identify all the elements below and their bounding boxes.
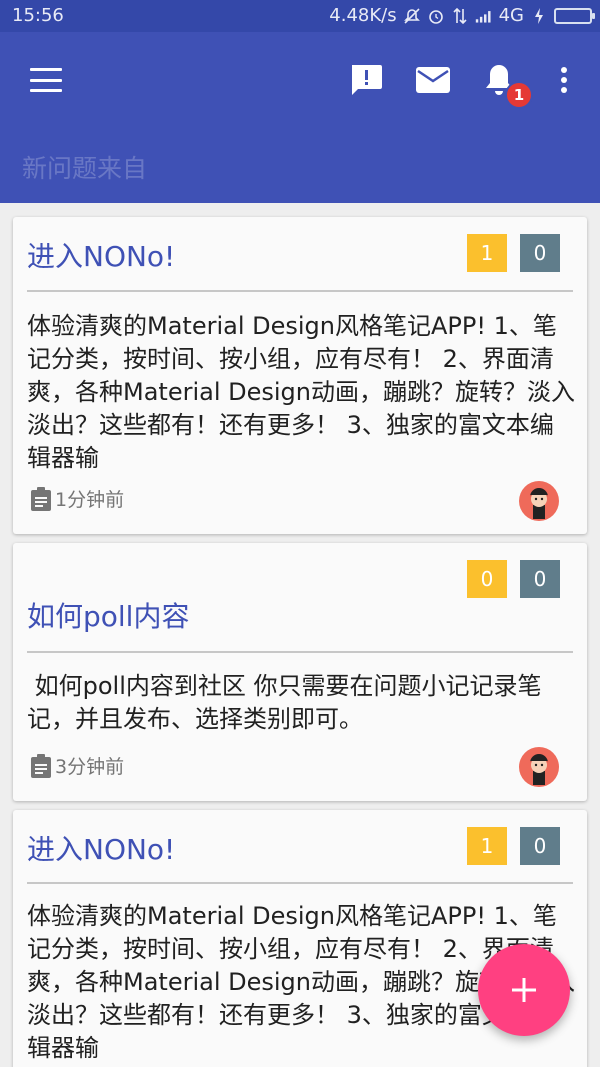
gray-count-badge: 0 (520, 560, 560, 598)
card-meta: 3分钟前 (29, 752, 124, 779)
signal-icon (475, 7, 493, 25)
notification-badge: 1 (505, 81, 533, 109)
mute-icon (403, 7, 421, 25)
clipboard-icon (31, 753, 51, 778)
menu-icon[interactable] (30, 68, 62, 92)
status-icons: 4.48K/s 4G (329, 5, 595, 26)
plus-icon (512, 978, 536, 1002)
card-time: 1分钟前 (55, 489, 125, 511)
card-divider (27, 290, 573, 292)
question-card[interactable]: 0 0 如何poll内容 如何poll内容到社区 你只需要在问题小记记录笔记，并… (13, 543, 587, 801)
status-time: 15:56 (12, 5, 64, 26)
app-bar: 1 新问题来自 (0, 32, 600, 203)
avatar[interactable] (519, 481, 559, 521)
yellow-count-badge: 1 (467, 234, 507, 272)
card-title[interactable]: 进入NONo! (27, 235, 175, 275)
network-speed: 4.48K/s (329, 5, 397, 26)
status-bar: 15:56 4.48K/s 4G (0, 0, 600, 32)
charging-icon (530, 7, 548, 25)
card-divider (27, 882, 573, 884)
battery-icon (554, 7, 595, 24)
feedback-icon[interactable] (346, 60, 386, 100)
network-type: 4G (498, 5, 524, 26)
yellow-count-badge: 0 (467, 560, 507, 598)
card-body: 如何poll内容到社区 你只需要在问题小记记录笔记，并且发布、选择类别即可。 (27, 672, 542, 733)
card-title[interactable]: 进入NONo! (27, 828, 175, 868)
mail-icon[interactable] (413, 60, 453, 100)
gray-count-badge: 0 (520, 827, 560, 865)
more-vert-icon[interactable] (544, 60, 584, 100)
card-title[interactable]: 如何poll内容 (27, 595, 189, 635)
card-time: 3分钟前 (55, 756, 125, 778)
data-transfer-icon (451, 7, 469, 25)
clipboard-icon (31, 486, 51, 511)
card-body: 体验清爽的Material Design风格笔记APP! 1、笔记分类，按时间、… (27, 312, 575, 472)
search-input[interactable]: 新问题来自 (22, 149, 147, 185)
avatar[interactable] (519, 747, 559, 787)
yellow-count-badge: 1 (467, 827, 507, 865)
alarm-icon (427, 7, 445, 25)
gray-count-badge: 0 (520, 234, 560, 272)
add-button[interactable] (478, 944, 570, 1036)
card-divider (27, 651, 573, 653)
question-card[interactable]: 进入NONo! 1 0 体验清爽的Material Design风格笔记APP!… (13, 217, 587, 534)
card-meta: 1分钟前 (29, 485, 124, 512)
